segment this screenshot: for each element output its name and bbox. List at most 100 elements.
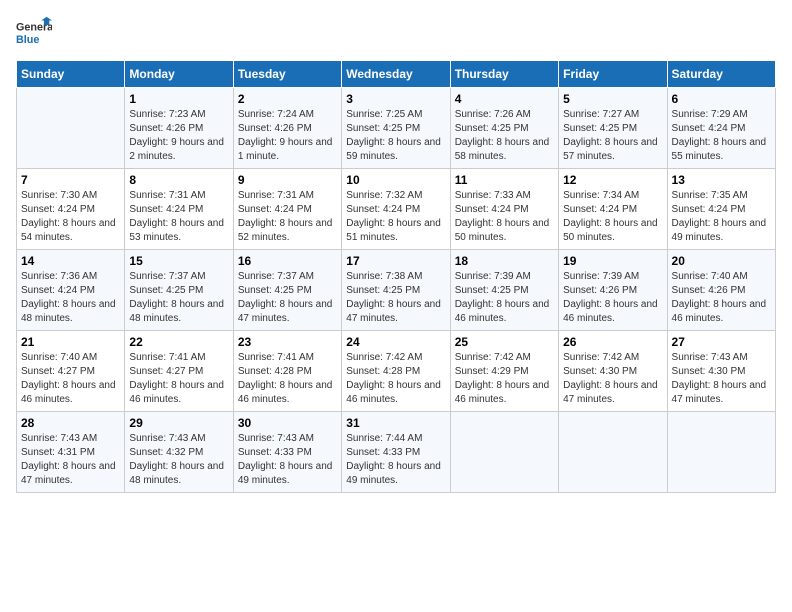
day-number: 17 [346, 254, 445, 268]
day-number: 10 [346, 173, 445, 187]
day-cell: 28 Sunrise: 7:43 AMSunset: 4:31 PMDayligh… [17, 412, 125, 493]
day-cell: 24 Sunrise: 7:42 AMSunset: 4:28 PMDayligh… [342, 331, 450, 412]
day-cell: 20Sunrise: 7:40 AMSunset: 4:26 PMDayligh… [667, 250, 775, 331]
day-info: Sunrise: 7:41 AMSunset: 4:27 PMDaylight:… [129, 351, 228, 407]
day-info: Sunrise: 7:43 AMSunset: 4:31 PMDaylight:… [21, 432, 120, 488]
weekday-header-friday: Friday [559, 61, 667, 88]
day-info: Sunrise: 7:44 AMSunset: 4:33 PMDaylight:… [346, 432, 445, 488]
day-cell: 14 Sunrise: 7:36 AMSunset: 4:24 PMDayligh… [17, 250, 125, 331]
day-cell: 2 Sunrise: 7:24 AMSunset: 4:26 PMDaylight… [233, 88, 341, 169]
day-number: 12 [563, 173, 662, 187]
week-row-3: 14 Sunrise: 7:36 AMSunset: 4:24 PMDayligh… [17, 250, 776, 331]
day-cell: 31 Sunrise: 7:44 AMSunset: 4:33 PMDayligh… [342, 412, 450, 493]
day-info: Sunrise: 7:31 AMSunset: 4:24 PMDaylight:… [129, 189, 228, 245]
day-info: Sunrise: 7:32 AMSunset: 4:24 PMDaylight:… [346, 189, 445, 245]
day-info: Sunrise: 7:43 AMSunset: 4:30 PMDaylight:… [672, 351, 771, 407]
day-cell: 30Sunrise: 7:43 AMSunset: 4:33 PMDayligh… [233, 412, 341, 493]
day-number: 21 [21, 335, 120, 349]
day-info: Sunrise: 7:26 AMSunset: 4:25 PMDaylight:… [455, 108, 554, 164]
day-cell [17, 88, 125, 169]
day-number: 24 [346, 335, 445, 349]
week-row-2: 7Sunrise: 7:30 AMSunset: 4:24 PMDaylight… [17, 169, 776, 250]
day-number: 1 [129, 92, 228, 106]
day-info: Sunrise: 7:39 AMSunset: 4:26 PMDaylight:… [563, 270, 662, 326]
day-cell: 15 Sunrise: 7:37 AMSunset: 4:25 PMDayligh… [125, 250, 233, 331]
day-info: Sunrise: 7:23 AMSunset: 4:26 PMDaylight:… [129, 108, 228, 164]
day-number: 27 [672, 335, 771, 349]
day-info: Sunrise: 7:37 AMSunset: 4:25 PMDaylight:… [129, 270, 228, 326]
weekday-header-row: SundayMondayTuesdayWednesdayThursdayFrid… [17, 61, 776, 88]
day-info: Sunrise: 7:31 AMSunset: 4:24 PMDaylight:… [238, 189, 337, 245]
day-cell: 18Sunrise: 7:39 AMSunset: 4:25 PMDayligh… [450, 250, 558, 331]
day-number: 30 [238, 416, 337, 430]
day-info: Sunrise: 7:42 AMSunset: 4:28 PMDaylight:… [346, 351, 445, 407]
weekday-header-tuesday: Tuesday [233, 61, 341, 88]
day-cell: 6 Sunrise: 7:29 AMSunset: 4:24 PMDaylight… [667, 88, 775, 169]
day-info: Sunrise: 7:35 AMSunset: 4:24 PMDaylight:… [672, 189, 771, 245]
day-number: 25 [455, 335, 554, 349]
day-info: Sunrise: 7:39 AMSunset: 4:25 PMDaylight:… [455, 270, 554, 326]
day-cell: 16 Sunrise: 7:37 AMSunset: 4:25 PMDayligh… [233, 250, 341, 331]
day-number: 11 [455, 173, 554, 187]
day-cell: 11 Sunrise: 7:33 AMSunset: 4:24 PMDayligh… [450, 169, 558, 250]
day-info: Sunrise: 7:25 AMSunset: 4:25 PMDaylight:… [346, 108, 445, 164]
day-cell: 7Sunrise: 7:30 AMSunset: 4:24 PMDaylight… [17, 169, 125, 250]
weekday-header-thursday: Thursday [450, 61, 558, 88]
day-number: 2 [238, 92, 337, 106]
day-cell: 8 Sunrise: 7:31 AMSunset: 4:24 PMDaylight… [125, 169, 233, 250]
day-number: 8 [129, 173, 228, 187]
day-cell: 4Sunrise: 7:26 AMSunset: 4:25 PMDaylight… [450, 88, 558, 169]
day-number: 6 [672, 92, 771, 106]
day-cell: 1 Sunrise: 7:23 AMSunset: 4:26 PMDaylight… [125, 88, 233, 169]
day-info: Sunrise: 7:42 AMSunset: 4:29 PMDaylight:… [455, 351, 554, 407]
day-info: Sunrise: 7:29 AMSunset: 4:24 PMDaylight:… [672, 108, 771, 164]
day-cell: 5 Sunrise: 7:27 AMSunset: 4:25 PMDaylight… [559, 88, 667, 169]
day-info: Sunrise: 7:41 AMSunset: 4:28 PMDaylight:… [238, 351, 337, 407]
day-number: 15 [129, 254, 228, 268]
day-cell [559, 412, 667, 493]
week-row-4: 21 Sunrise: 7:40 AMSunset: 4:27 PMDayligh… [17, 331, 776, 412]
day-cell [450, 412, 558, 493]
weekday-header-monday: Monday [125, 61, 233, 88]
day-number: 16 [238, 254, 337, 268]
day-cell: 10 Sunrise: 7:32 AMSunset: 4:24 PMDayligh… [342, 169, 450, 250]
logo-icon: General Blue [16, 16, 52, 52]
day-info: Sunrise: 7:33 AMSunset: 4:24 PMDaylight:… [455, 189, 554, 245]
day-cell: 13 Sunrise: 7:35 AMSunset: 4:24 PMDayligh… [667, 169, 775, 250]
day-number: 5 [563, 92, 662, 106]
day-number: 14 [21, 254, 120, 268]
day-cell: 12 Sunrise: 7:34 AMSunset: 4:24 PMDayligh… [559, 169, 667, 250]
day-cell: 17 Sunrise: 7:38 AMSunset: 4:25 PMDayligh… [342, 250, 450, 331]
day-info: Sunrise: 7:38 AMSunset: 4:25 PMDaylight:… [346, 270, 445, 326]
page-header: General Blue [16, 16, 776, 52]
weekday-header-saturday: Saturday [667, 61, 775, 88]
logo: General Blue [16, 16, 52, 52]
day-cell: 21 Sunrise: 7:40 AMSunset: 4:27 PMDayligh… [17, 331, 125, 412]
day-cell: 23 Sunrise: 7:41 AMSunset: 4:28 PMDayligh… [233, 331, 341, 412]
day-number: 23 [238, 335, 337, 349]
day-cell: 19Sunrise: 7:39 AMSunset: 4:26 PMDayligh… [559, 250, 667, 331]
day-number: 31 [346, 416, 445, 430]
day-number: 13 [672, 173, 771, 187]
day-cell: 3 Sunrise: 7:25 AMSunset: 4:25 PMDaylight… [342, 88, 450, 169]
day-number: 7 [21, 173, 120, 187]
day-info: Sunrise: 7:36 AMSunset: 4:24 PMDaylight:… [21, 270, 120, 326]
weekday-header-sunday: Sunday [17, 61, 125, 88]
day-cell: 25 Sunrise: 7:42 AMSunset: 4:29 PMDayligh… [450, 331, 558, 412]
day-info: Sunrise: 7:27 AMSunset: 4:25 PMDaylight:… [563, 108, 662, 164]
day-info: Sunrise: 7:24 AMSunset: 4:26 PMDaylight:… [238, 108, 337, 164]
day-number: 22 [129, 335, 228, 349]
day-info: Sunrise: 7:34 AMSunset: 4:24 PMDaylight:… [563, 189, 662, 245]
day-number: 29 [129, 416, 228, 430]
week-row-1: 1 Sunrise: 7:23 AMSunset: 4:26 PMDaylight… [17, 88, 776, 169]
day-info: Sunrise: 7:40 AMSunset: 4:26 PMDaylight:… [672, 270, 771, 326]
calendar-table: SundayMondayTuesdayWednesdayThursdayFrid… [16, 60, 776, 493]
day-cell [667, 412, 775, 493]
day-info: Sunrise: 7:37 AMSunset: 4:25 PMDaylight:… [238, 270, 337, 326]
day-cell: 26Sunrise: 7:42 AMSunset: 4:30 PMDayligh… [559, 331, 667, 412]
day-number: 3 [346, 92, 445, 106]
day-number: 28 [21, 416, 120, 430]
day-number: 26 [563, 335, 662, 349]
day-number: 9 [238, 173, 337, 187]
day-info: Sunrise: 7:40 AMSunset: 4:27 PMDaylight:… [21, 351, 120, 407]
